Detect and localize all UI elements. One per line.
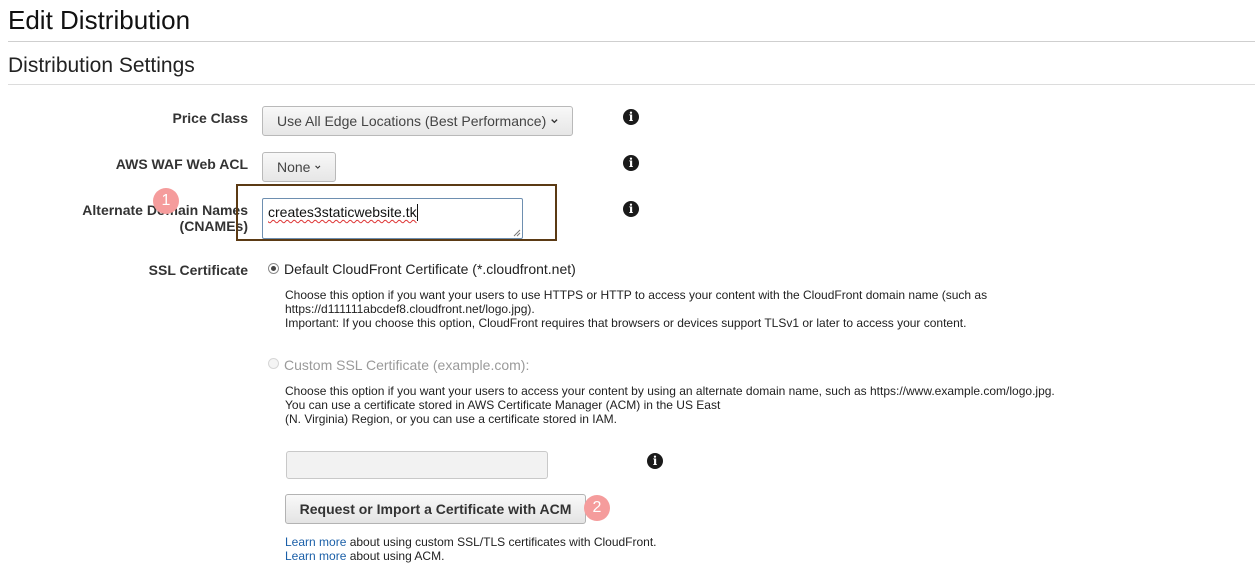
text-cursor	[417, 204, 418, 221]
default-certificate-desc-1: Choose this option if you want your user…	[285, 288, 988, 302]
waf-label: AWS WAF Web ACL	[115, 156, 248, 172]
title-divider	[8, 41, 1255, 42]
default-certificate-label[interactable]: Default CloudFront Certificate (*.cloudf…	[284, 261, 576, 277]
custom-certificate-desc-2: You can use a certificate stored in AWS …	[285, 398, 721, 412]
info-icon[interactable]: i	[623, 109, 639, 125]
ssl-certificate-label: SSL Certificate	[148, 262, 248, 278]
info-icon[interactable]: i	[647, 453, 663, 469]
default-certificate-desc-3: Important: If you choose this option, Cl…	[285, 316, 967, 330]
step-1-badge: 1	[153, 188, 179, 214]
learn-more-acm-line: Learn more about using ACM.	[285, 549, 444, 563]
section-divider	[8, 84, 1255, 85]
custom-certificate-radio[interactable]	[268, 358, 279, 369]
cnames-value: creates3staticwebsite.tk	[268, 204, 417, 220]
learn-more-ssl-line: Learn more about using custom SSL/TLS ce…	[285, 535, 657, 549]
page-title: Edit Distribution	[8, 5, 191, 35]
step-2-badge: 2	[584, 495, 610, 521]
waf-select[interactable]: None	[262, 152, 336, 182]
chevron-down-icon	[315, 165, 321, 169]
price-class-label: Price Class	[172, 110, 249, 126]
chevron-down-icon	[551, 119, 558, 124]
cnames-textarea[interactable]: creates3staticwebsite.tk	[262, 198, 523, 239]
resize-grip-icon[interactable]	[513, 229, 521, 237]
learn-more-acm-link[interactable]: Learn more	[285, 549, 346, 563]
custom-certificate-desc-3: (N. Virginia) Region, or you can use a c…	[285, 412, 617, 426]
info-icon[interactable]: i	[623, 155, 639, 171]
default-certificate-radio[interactable]	[268, 263, 279, 274]
waf-value: None	[277, 159, 311, 175]
info-icon[interactable]: i	[623, 201, 639, 217]
learn-more-ssl-text: about using custom SSL/TLS certificates …	[346, 535, 657, 549]
learn-more-ssl-link[interactable]: Learn more	[285, 535, 346, 549]
section-title: Distribution Settings	[8, 54, 195, 77]
default-certificate-desc-2: https://d111111abcdef8.cloudfront.net/lo…	[285, 302, 535, 316]
learn-more-acm-text: about using ACM.	[346, 549, 445, 563]
custom-certificate-label[interactable]: Custom SSL Certificate (example.com):	[284, 357, 529, 373]
custom-certificate-desc-1: Choose this option if you want your user…	[285, 384, 1055, 398]
custom-certificate-input[interactable]	[286, 451, 548, 479]
price-class-value: Use All Edge Locations (Best Performance…	[277, 113, 547, 129]
price-class-select[interactable]: Use All Edge Locations (Best Performance…	[262, 106, 573, 136]
acm-request-button[interactable]: Request or Import a Certificate with ACM	[285, 494, 586, 524]
